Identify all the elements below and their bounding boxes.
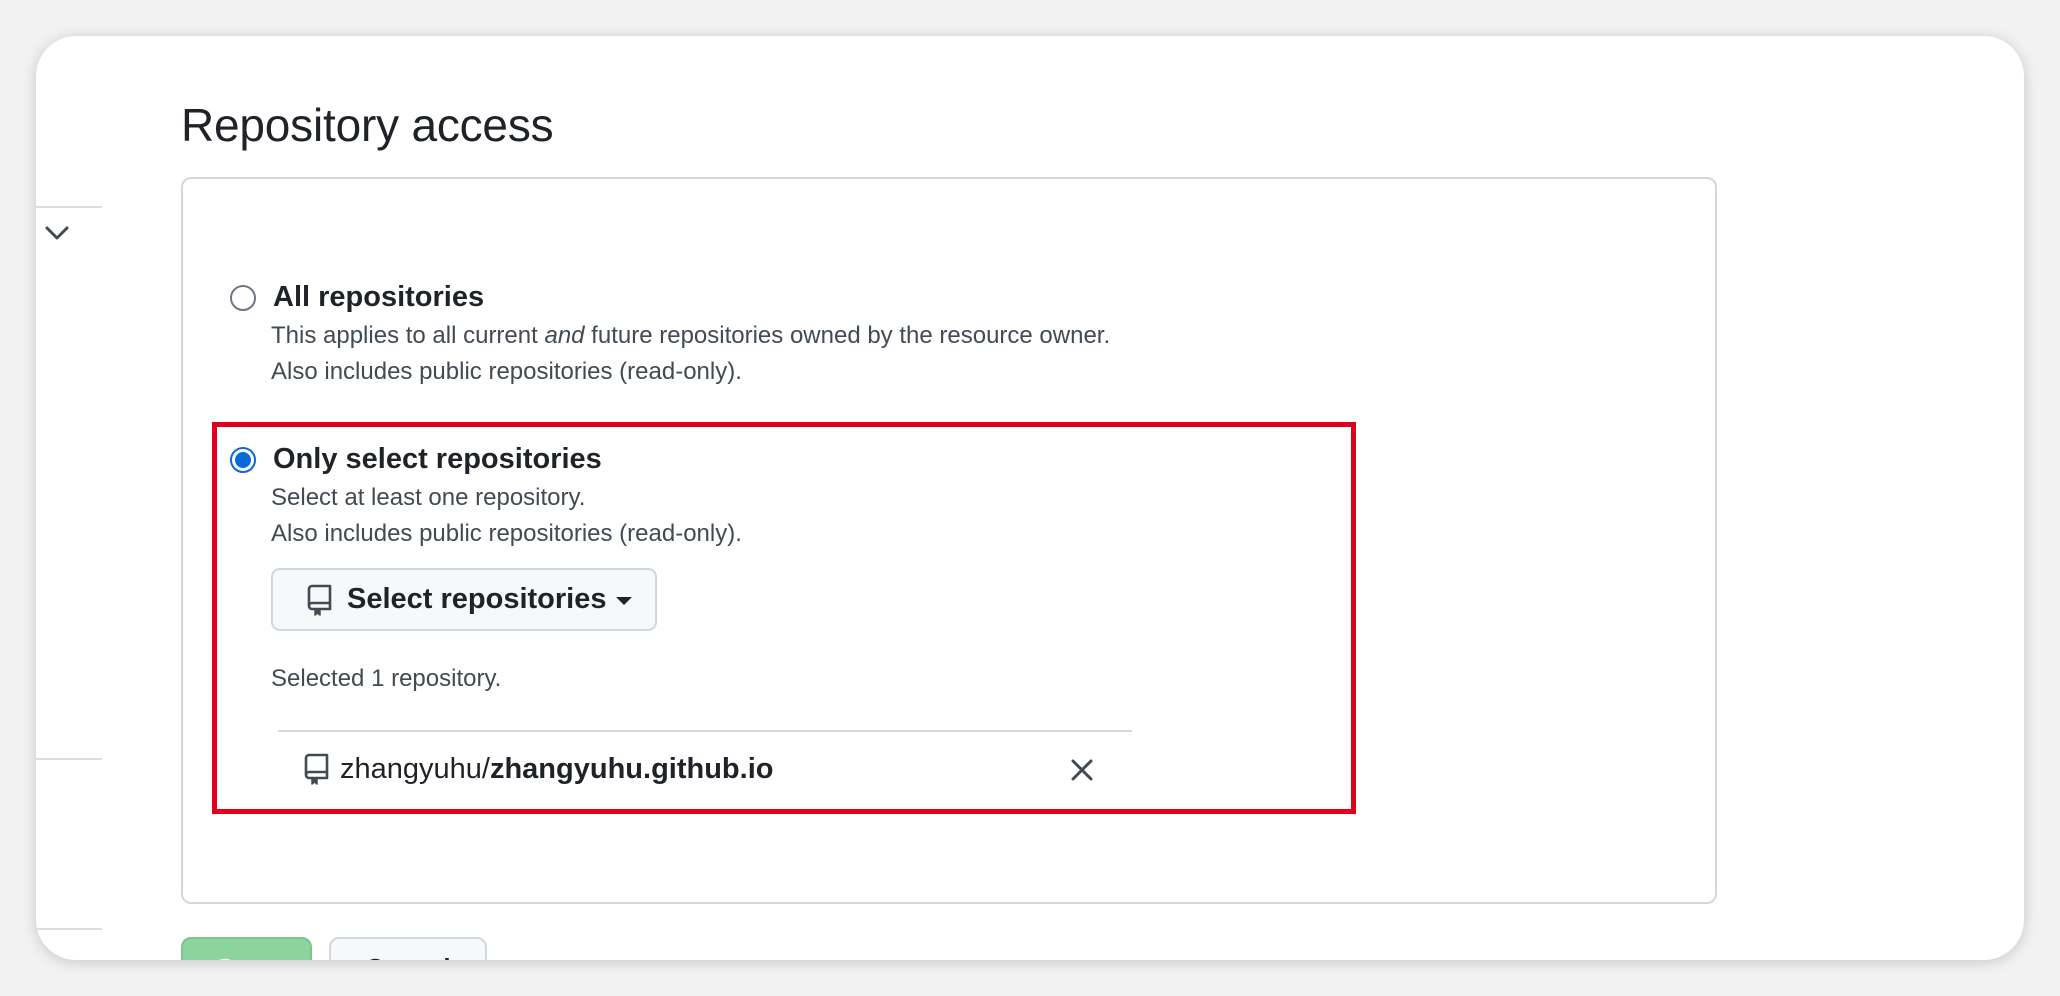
- only-select-repositories-label[interactable]: Only select repositories: [273, 443, 602, 476]
- all-repositories-desc-emphasis: and: [544, 322, 585, 349]
- all-repositories-radio[interactable]: [230, 285, 256, 311]
- repo-owner: zhangyuhu/: [340, 752, 490, 785]
- all-repositories-description: This applies to all current and future r…: [271, 318, 1110, 354]
- repo-name: zhangyuhu.github.io: [489, 752, 774, 785]
- selected-count-text: Selected 1 repository.: [271, 665, 502, 692]
- settings-window: Repository access All repositories This …: [36, 36, 2024, 960]
- cancel-button[interactable]: Cancel: [329, 937, 487, 960]
- only-select-description: Select at least one repository.: [271, 484, 586, 511]
- repo-list-divider: [278, 730, 1132, 732]
- repo-icon: [304, 753, 329, 785]
- sidebar-divider: [36, 206, 102, 208]
- sidebar-divider: [36, 758, 102, 760]
- select-repositories-button[interactable]: Select repositories: [271, 568, 657, 631]
- save-button[interactable]: Save: [181, 937, 312, 960]
- only-select-repositories-radio[interactable]: [230, 447, 256, 473]
- repo-icon: [307, 584, 332, 616]
- all-repositories-description-line2: Also includes public repositories (read-…: [271, 358, 742, 385]
- repo-full-name: zhangyuhu/zhangyuhu.github.io: [340, 753, 773, 786]
- all-repositories-desc-part: future repositories owned by the resourc…: [584, 322, 1111, 349]
- all-repositories-desc-part: This applies to all current: [271, 322, 545, 349]
- select-repositories-label: Select repositories: [347, 583, 607, 615]
- sidebar-divider: [36, 928, 102, 930]
- selected-repo-row: zhangyuhu/zhangyuhu.github.io: [304, 749, 773, 789]
- page-title: Repository access: [181, 99, 554, 151]
- x-icon[interactable]: [1069, 757, 1095, 783]
- triangle-down-icon: [615, 597, 632, 605]
- all-repositories-label[interactable]: All repositories: [273, 281, 484, 314]
- chevron-down-icon[interactable]: [40, 216, 74, 250]
- only-select-description-line2: Also includes public repositories (read-…: [271, 520, 742, 547]
